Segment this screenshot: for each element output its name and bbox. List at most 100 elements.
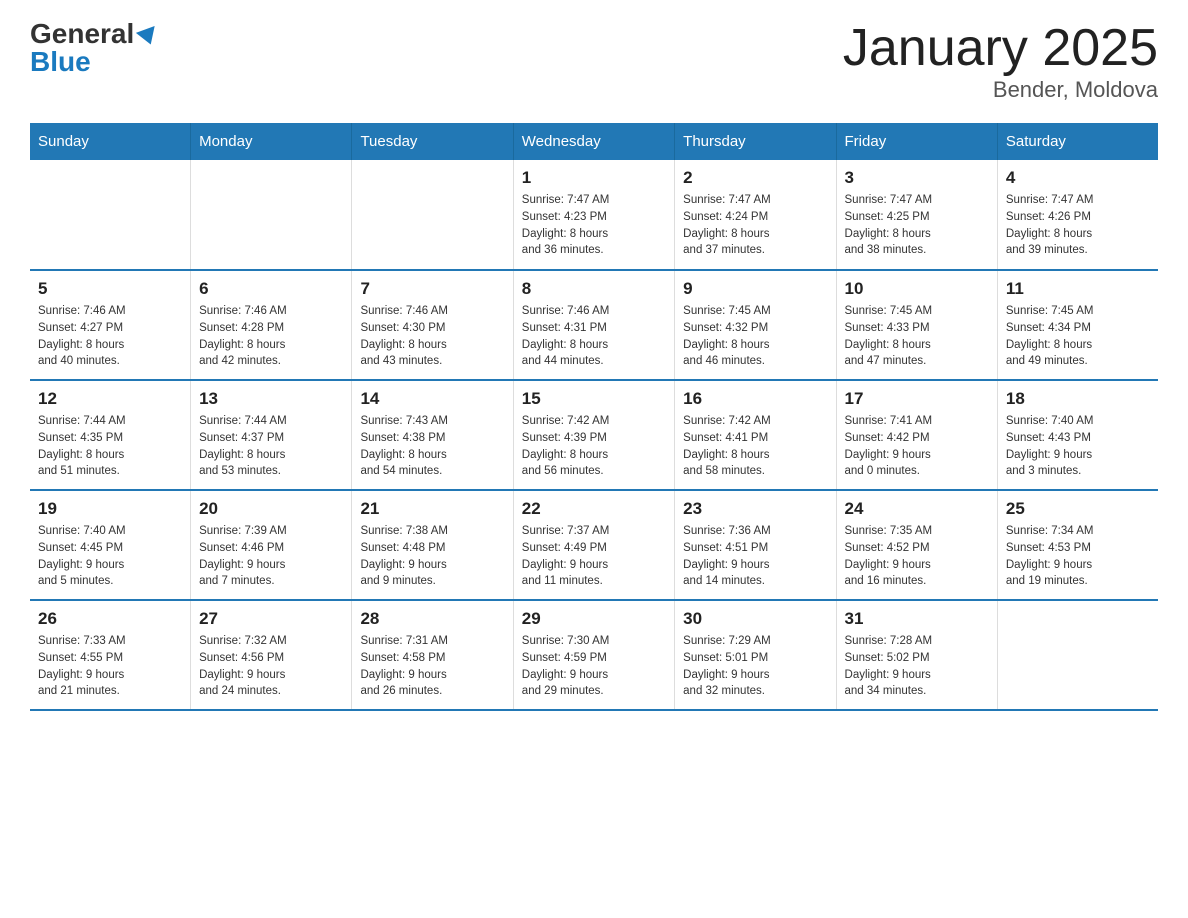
calendar-week-row: 1Sunrise: 7:47 AM Sunset: 4:23 PM Daylig…	[30, 160, 1158, 270]
header-day-tuesday: Tuesday	[352, 123, 513, 160]
header-day-sunday: Sunday	[30, 123, 191, 160]
header-day-monday: Monday	[191, 123, 352, 160]
day-number: 24	[845, 499, 989, 519]
day-number: 26	[38, 609, 182, 629]
calendar-cell: 29Sunrise: 7:30 AM Sunset: 4:59 PM Dayli…	[513, 600, 674, 710]
calendar-header-row: SundayMondayTuesdayWednesdayThursdayFrid…	[30, 123, 1158, 160]
day-number: 6	[199, 279, 343, 299]
day-info: Sunrise: 7:45 AM Sunset: 4:33 PM Dayligh…	[845, 303, 989, 370]
header-day-saturday: Saturday	[997, 123, 1158, 160]
header-day-wednesday: Wednesday	[513, 123, 674, 160]
calendar-cell: 5 Sunrise: 7:46 AM Sunset: 4:27 PM Daylig…	[30, 270, 191, 380]
day-number: 23	[683, 499, 827, 519]
day-info: Sunrise: 7:36 AM Sunset: 4:51 PM Dayligh…	[683, 523, 827, 590]
page-header: General Blue January 2025 Bender, Moldov…	[30, 20, 1158, 103]
calendar-cell	[30, 160, 191, 270]
day-info: Sunrise: 7:41 AM Sunset: 4:42 PM Dayligh…	[845, 413, 989, 480]
day-info: Sunrise: 7:46 AM Sunset: 4:30 PM Dayligh…	[360, 303, 504, 370]
day-info: Sunrise: 7:38 AM Sunset: 4:48 PM Dayligh…	[360, 523, 504, 590]
day-number: 31	[845, 609, 989, 629]
calendar-cell: 9Sunrise: 7:45 AM Sunset: 4:32 PM Daylig…	[675, 270, 836, 380]
day-number: 19	[38, 499, 182, 519]
header-day-friday: Friday	[836, 123, 997, 160]
day-info: Sunrise: 7:46 AM Sunset: 4:27 PM Dayligh…	[38, 303, 182, 370]
day-number: 20	[199, 499, 343, 519]
calendar-cell: 25Sunrise: 7:34 AM Sunset: 4:53 PM Dayli…	[997, 490, 1158, 600]
day-info: Sunrise: 7:47 AM Sunset: 4:24 PM Dayligh…	[683, 192, 827, 259]
calendar-week-row: 19 Sunrise: 7:40 AM Sunset: 4:45 PM Dayli…	[30, 490, 1158, 600]
calendar-cell: 8 Sunrise: 7:46 AM Sunset: 4:31 PM Daylig…	[513, 270, 674, 380]
day-info: Sunrise: 7:29 AM Sunset: 5:01 PM Dayligh…	[683, 633, 827, 700]
calendar-cell: 3 Sunrise: 7:47 AM Sunset: 4:25 PM Daylig…	[836, 160, 997, 270]
day-number: 17	[845, 389, 989, 409]
subtitle: Bender, Moldova	[843, 77, 1158, 103]
logo-blue-label: Blue	[30, 48, 91, 76]
logo-general-label: General	[30, 18, 134, 49]
day-info: Sunrise: 7:40 AM Sunset: 4:45 PM Dayligh…	[38, 523, 182, 590]
calendar-cell: 10 Sunrise: 7:45 AM Sunset: 4:33 PM Dayli…	[836, 270, 997, 380]
day-info: Sunrise: 7:31 AM Sunset: 4:58 PM Dayligh…	[360, 633, 504, 700]
day-info: Sunrise: 7:28 AM Sunset: 5:02 PM Dayligh…	[845, 633, 989, 700]
calendar-week-row: 5 Sunrise: 7:46 AM Sunset: 4:27 PM Daylig…	[30, 270, 1158, 380]
calendar-cell: 4 Sunrise: 7:47 AM Sunset: 4:26 PM Daylig…	[997, 160, 1158, 270]
day-number: 28	[360, 609, 504, 629]
day-number: 14	[360, 389, 504, 409]
calendar-cell: 13Sunrise: 7:44 AM Sunset: 4:37 PM Dayli…	[191, 380, 352, 490]
day-info: Sunrise: 7:45 AM Sunset: 4:34 PM Dayligh…	[1006, 303, 1150, 370]
day-info: Sunrise: 7:39 AM Sunset: 4:46 PM Dayligh…	[199, 523, 343, 590]
calendar-cell: 17 Sunrise: 7:41 AM Sunset: 4:42 PM Dayli…	[836, 380, 997, 490]
day-number: 10	[845, 279, 989, 299]
day-info: Sunrise: 7:42 AM Sunset: 4:39 PM Dayligh…	[522, 413, 666, 480]
day-number: 13	[199, 389, 343, 409]
day-number: 30	[683, 609, 827, 629]
calendar-cell: 14 Sunrise: 7:43 AM Sunset: 4:38 PM Dayli…	[352, 380, 513, 490]
day-info: Sunrise: 7:46 AM Sunset: 4:31 PM Dayligh…	[522, 303, 666, 370]
day-info: Sunrise: 7:43 AM Sunset: 4:38 PM Dayligh…	[360, 413, 504, 480]
calendar-cell: 11Sunrise: 7:45 AM Sunset: 4:34 PM Dayli…	[997, 270, 1158, 380]
calendar-cell: 7 Sunrise: 7:46 AM Sunset: 4:30 PM Daylig…	[352, 270, 513, 380]
day-number: 7	[360, 279, 504, 299]
calendar-cell: 2Sunrise: 7:47 AM Sunset: 4:24 PM Daylig…	[675, 160, 836, 270]
calendar-cell: 21Sunrise: 7:38 AM Sunset: 4:48 PM Dayli…	[352, 490, 513, 600]
logo-general-text: General	[30, 20, 158, 48]
calendar-week-row: 12Sunrise: 7:44 AM Sunset: 4:35 PM Dayli…	[30, 380, 1158, 490]
day-number: 5	[38, 279, 182, 299]
calendar-cell: 22Sunrise: 7:37 AM Sunset: 4:49 PM Dayli…	[513, 490, 674, 600]
calendar-cell	[352, 160, 513, 270]
calendar-cell: 16 Sunrise: 7:42 AM Sunset: 4:41 PM Dayli…	[675, 380, 836, 490]
calendar-cell: 19 Sunrise: 7:40 AM Sunset: 4:45 PM Dayli…	[30, 490, 191, 600]
day-number: 15	[522, 389, 666, 409]
calendar-cell	[997, 600, 1158, 710]
calendar-cell: 28 Sunrise: 7:31 AM Sunset: 4:58 PM Dayli…	[352, 600, 513, 710]
calendar-cell: 15 Sunrise: 7:42 AM Sunset: 4:39 PM Dayli…	[513, 380, 674, 490]
logo-blue-text: Blue	[30, 48, 91, 76]
logo: General Blue	[30, 20, 158, 76]
day-info: Sunrise: 7:46 AM Sunset: 4:28 PM Dayligh…	[199, 303, 343, 370]
day-number: 3	[845, 168, 989, 188]
calendar-cell: 26 Sunrise: 7:33 AM Sunset: 4:55 PM Dayli…	[30, 600, 191, 710]
day-number: 9	[683, 279, 827, 299]
calendar-cell: 31 Sunrise: 7:28 AM Sunset: 5:02 PM Dayli…	[836, 600, 997, 710]
day-info: Sunrise: 7:37 AM Sunset: 4:49 PM Dayligh…	[522, 523, 666, 590]
calendar-cell: 30 Sunrise: 7:29 AM Sunset: 5:01 PM Dayli…	[675, 600, 836, 710]
calendar-cell: 18 Sunrise: 7:40 AM Sunset: 4:43 PM Dayli…	[997, 380, 1158, 490]
calendar-cell: 1Sunrise: 7:47 AM Sunset: 4:23 PM Daylig…	[513, 160, 674, 270]
day-number: 27	[199, 609, 343, 629]
day-info: Sunrise: 7:40 AM Sunset: 4:43 PM Dayligh…	[1006, 413, 1150, 480]
calendar-cell: 27Sunrise: 7:32 AM Sunset: 4:56 PM Dayli…	[191, 600, 352, 710]
calendar-cell: 20 Sunrise: 7:39 AM Sunset: 4:46 PM Dayli…	[191, 490, 352, 600]
day-info: Sunrise: 7:47 AM Sunset: 4:26 PM Dayligh…	[1006, 192, 1150, 259]
calendar-cell	[191, 160, 352, 270]
day-info: Sunrise: 7:33 AM Sunset: 4:55 PM Dayligh…	[38, 633, 182, 700]
calendar-cell: 23 Sunrise: 7:36 AM Sunset: 4:51 PM Dayli…	[675, 490, 836, 600]
day-number: 18	[1006, 389, 1150, 409]
logo-triangle-icon	[136, 26, 160, 48]
day-number: 16	[683, 389, 827, 409]
day-info: Sunrise: 7:47 AM Sunset: 4:25 PM Dayligh…	[845, 192, 989, 259]
day-number: 8	[522, 279, 666, 299]
day-info: Sunrise: 7:34 AM Sunset: 4:53 PM Dayligh…	[1006, 523, 1150, 590]
day-info: Sunrise: 7:47 AM Sunset: 4:23 PM Dayligh…	[522, 192, 666, 259]
day-number: 4	[1006, 168, 1150, 188]
day-info: Sunrise: 7:42 AM Sunset: 4:41 PM Dayligh…	[683, 413, 827, 480]
calendar-cell: 24Sunrise: 7:35 AM Sunset: 4:52 PM Dayli…	[836, 490, 997, 600]
